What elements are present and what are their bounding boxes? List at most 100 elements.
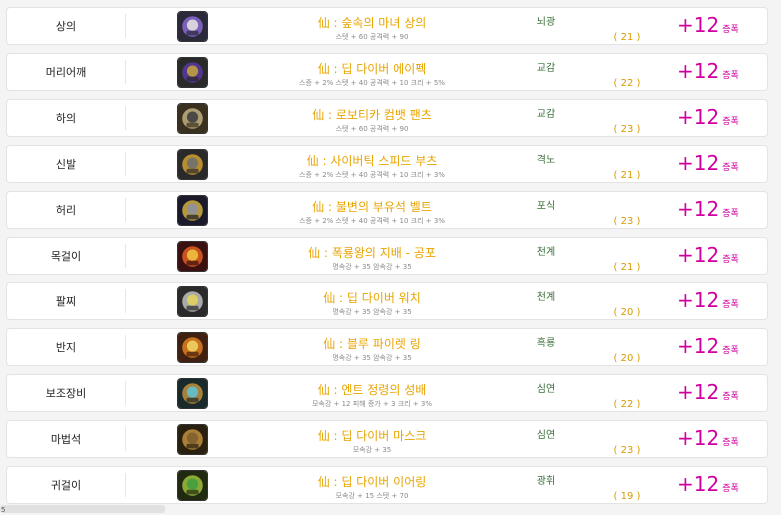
enhance-label: 증폭 <box>722 438 739 449</box>
item-icon-art <box>178 471 207 500</box>
enhance-label: 증폭 <box>722 254 739 265</box>
row-divider <box>125 427 126 452</box>
enhance-info: +12 증폭 <box>677 334 739 358</box>
item-level: ( 23 ) <box>613 215 641 227</box>
enhance-value: +12 <box>677 150 720 175</box>
enhance-value: +12 <box>677 242 720 267</box>
item-name[interactable]: 仙 : 블루 파이렛 링 <box>237 335 507 352</box>
enhance-info: +12 증폭 <box>677 426 739 450</box>
item-icon-art <box>178 241 207 271</box>
item-icon[interactable] <box>177 470 208 501</box>
enhance-value: +12 <box>677 380 720 405</box>
slot-label: 머리어깨 <box>45 65 87 79</box>
item-icon[interactable] <box>177 11 208 42</box>
item-icon[interactable] <box>177 286 208 318</box>
item-icon[interactable] <box>177 240 208 272</box>
item-level: ( 21 ) <box>613 169 641 181</box>
item-tag: 교감 <box>536 108 556 120</box>
row-divider <box>125 197 126 222</box>
enhance-info: +12 증폭 <box>677 151 739 175</box>
enhance-value: +12 <box>677 196 720 221</box>
item-tag: 뇌광 <box>536 17 556 28</box>
enhance-label: 증폭 <box>722 25 739 35</box>
enhance-value: +12 <box>677 288 720 313</box>
enhance-value: +12 <box>677 104 720 129</box>
equipment-row[interactable]: 목걸이 仙 : 폭룡왕의 지배 - 공포 명속강 + 35 암속강 + 35 천계 ( … <box>6 236 768 275</box>
item-name[interactable]: 仙 : 딥 다이버 마스크 <box>237 427 507 444</box>
item-stats: 모속강 + 15 스텟 + 70 <box>335 492 409 500</box>
slot-label: 신발 <box>55 157 77 171</box>
item-icon-art <box>178 287 207 317</box>
enhance-info: +12 증폭 <box>677 13 739 37</box>
item-name[interactable]: 仙 : 숲속의 마녀 상의 <box>237 14 507 31</box>
item-tag: 천계 <box>536 246 556 258</box>
enhance-info: +12 증폭 <box>677 105 739 129</box>
enhance-info: +12 증폭 <box>677 472 739 496</box>
item-name[interactable]: 仙 : 딥 다이버 워치 <box>237 289 507 306</box>
item-level: ( 20 ) <box>613 353 641 365</box>
enhance-label: 증폭 <box>722 392 739 403</box>
row-divider <box>125 59 126 84</box>
item-icon[interactable] <box>177 424 208 456</box>
enhance-value: +12 <box>677 472 720 496</box>
item-icon[interactable] <box>177 194 208 226</box>
item-icon-art <box>178 333 207 363</box>
slot-label: 상의 <box>55 20 77 33</box>
item-icon-art <box>178 103 207 133</box>
slot-label: 하의 <box>55 111 77 125</box>
item-name[interactable]: 仙 : 폭룡왕의 지배 - 공포 <box>237 244 507 261</box>
item-icon[interactable] <box>177 102 208 134</box>
item-name[interactable]: 仙 : 딥 다이버 이어링 <box>237 473 507 490</box>
row-divider <box>125 335 126 360</box>
item-stats: 스텟 + 60 공격력 + 90 <box>335 33 409 41</box>
item-tag: 천계 <box>536 292 556 304</box>
item-level: ( 22 ) <box>613 399 641 411</box>
enhance-value: +12 <box>677 334 720 359</box>
item-stats: 명속강 + 35 암속강 + 35 <box>332 262 412 271</box>
item-tag: 심연 <box>536 430 556 442</box>
equipment-row[interactable]: 하의 仙 : 로보티카 컴뱃 팬츠 스텟 + 60 공격력 + 90 교감 ( 23 )… <box>6 98 768 137</box>
footer-glyph: 5 <box>1 506 6 514</box>
equipment-row[interactable]: 반지 仙 : 블루 파이렛 링 명속강 + 35 암속강 + 35 흑룡 ( 20 ) +… <box>6 328 768 367</box>
item-level: ( 21 ) <box>613 261 641 273</box>
item-level: ( 23 ) <box>613 123 641 135</box>
slot-label: 귀걸이 <box>50 479 82 492</box>
item-name[interactable]: 仙 : 불변의 부유석 벨트 <box>237 198 507 215</box>
item-tag: 심연 <box>536 384 556 396</box>
equipment-row[interactable]: 머리어깨 仙 : 딥 다이버 에이펙 스증 + 2% 스텟 + 40 공격력 + 1… <box>6 52 768 91</box>
equipment-row[interactable]: 귀걸이 仙 : 딥 다이버 이어링 모속강 + 15 스텟 + 70 광휘 ( 19 )… <box>6 466 768 504</box>
enhance-label: 증폭 <box>722 208 739 219</box>
item-tag: 흑룡 <box>536 338 556 350</box>
item-icon-art <box>178 149 207 179</box>
item-icon[interactable] <box>177 148 208 180</box>
item-name[interactable]: 仙 : 사이버틱 스피드 부츠 <box>237 152 507 169</box>
item-tag: 교감 <box>536 62 556 74</box>
row-divider <box>125 243 126 268</box>
enhance-info: +12 증폭 <box>677 197 739 221</box>
item-name[interactable]: 仙 : 딥 다이버 에이펙 <box>237 60 507 77</box>
item-icon[interactable] <box>177 378 208 410</box>
item-name[interactable]: 仙 : 엔트 정령의 성배 <box>237 381 507 398</box>
equipment-row[interactable]: 팔찌 仙 : 딥 다이버 워치 명속강 + 35 암속강 + 35 천계 ( 20 ) +… <box>6 282 768 321</box>
item-tag: 격노 <box>536 154 556 166</box>
item-stats: 스텟 + 60 공격력 + 90 <box>335 124 409 133</box>
item-stats: 명속강 + 35 암속강 + 35 <box>332 354 412 363</box>
equipment-row[interactable]: 허리 仙 : 불변의 부유석 벨트 스증 + 2% 스텟 + 40 공격력 + 10… <box>6 190 768 229</box>
enhance-label: 증폭 <box>722 70 739 81</box>
item-icon-art <box>178 195 207 225</box>
item-level: ( 20 ) <box>613 307 641 319</box>
item-stats: 모속강 + 35 <box>352 446 392 455</box>
enhance-value: +12 <box>677 13 720 37</box>
equipment-row[interactable]: 보조장비 仙 : 엔트 정령의 성배 모속강 + 12 피해 증가 + 3 크리 +… <box>6 374 768 413</box>
horizontal-scrollbar[interactable] <box>0 505 165 513</box>
equipment-row[interactable]: 신발 仙 : 사이버틱 스피드 부츠 스증 + 2% 스텟 + 40 공격력 + 1… <box>6 144 768 183</box>
equipment-row[interactable]: 마법석 仙 : 딥 다이버 마스크 모속강 + 35 심연 ( 23 ) +12 증폭 <box>6 420 768 459</box>
item-icon[interactable] <box>177 56 208 88</box>
item-icon[interactable] <box>177 332 208 364</box>
row-divider <box>125 473 126 497</box>
enhance-value: +12 <box>677 426 720 451</box>
row-divider <box>125 381 126 406</box>
item-name[interactable]: 仙 : 로보티카 컴뱃 팬츠 <box>237 106 507 123</box>
equipment-row[interactable]: 상의 仙 : 숲속의 마녀 상의 스텟 + 60 공격력 + 90 뇌광 ( 21 ) +… <box>6 7 768 45</box>
item-tag: 광휘 <box>536 476 556 487</box>
